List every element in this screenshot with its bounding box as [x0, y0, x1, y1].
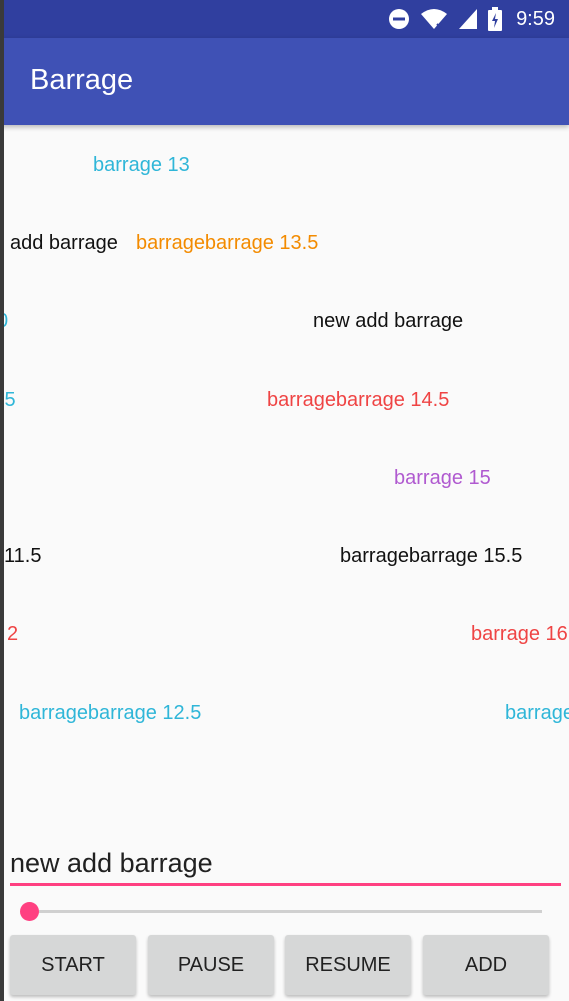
- window-left-edge: [0, 0, 4, 1001]
- speed-seekbar-thumb[interactable]: [20, 902, 39, 921]
- status-time: 9:59: [516, 7, 555, 30]
- barrage-item: barragebarrage 15.5: [340, 545, 523, 567]
- barrage-item: barragebarrage 14.5: [267, 389, 450, 411]
- barrage-item: barrage 13: [93, 154, 190, 176]
- app-bar: Barrage: [0, 38, 569, 125]
- barrage-item: barrage 15: [394, 467, 491, 489]
- barrage-item: 11.5: [4, 545, 42, 567]
- status-icons: 9:59: [388, 0, 555, 38]
- barrage-item: barrage 16: [471, 623, 568, 645]
- barrage-item: add barrage: [10, 232, 118, 254]
- status-bar: 9:59: [0, 0, 569, 38]
- barrage-input-row: [10, 843, 561, 887]
- add-button[interactable]: ADD: [423, 935, 549, 995]
- do-not-disturb-icon: [388, 8, 410, 30]
- wifi-icon: [420, 8, 448, 30]
- barrage-area: barrage 13 add barrage barragebarrage 13…: [0, 125, 569, 835]
- barrage-item: barrage: [505, 702, 569, 724]
- barrage-item: new add barrage: [313, 310, 464, 332]
- barrage-item: barragebarrage 12.5: [19, 702, 202, 724]
- app-title: Barrage: [30, 64, 134, 96]
- resume-button[interactable]: RESUME: [285, 935, 411, 995]
- barrage-item: barragebarrage 13.5: [136, 232, 319, 254]
- barrage-item: 2: [7, 623, 19, 645]
- cell-signal-icon: [458, 8, 478, 30]
- start-button[interactable]: START: [10, 935, 136, 995]
- pause-button[interactable]: PAUSE: [148, 935, 274, 995]
- speed-seekbar-track[interactable]: [30, 910, 542, 913]
- battery-icon: [488, 7, 503, 31]
- barrage-text-input[interactable]: [10, 843, 561, 886]
